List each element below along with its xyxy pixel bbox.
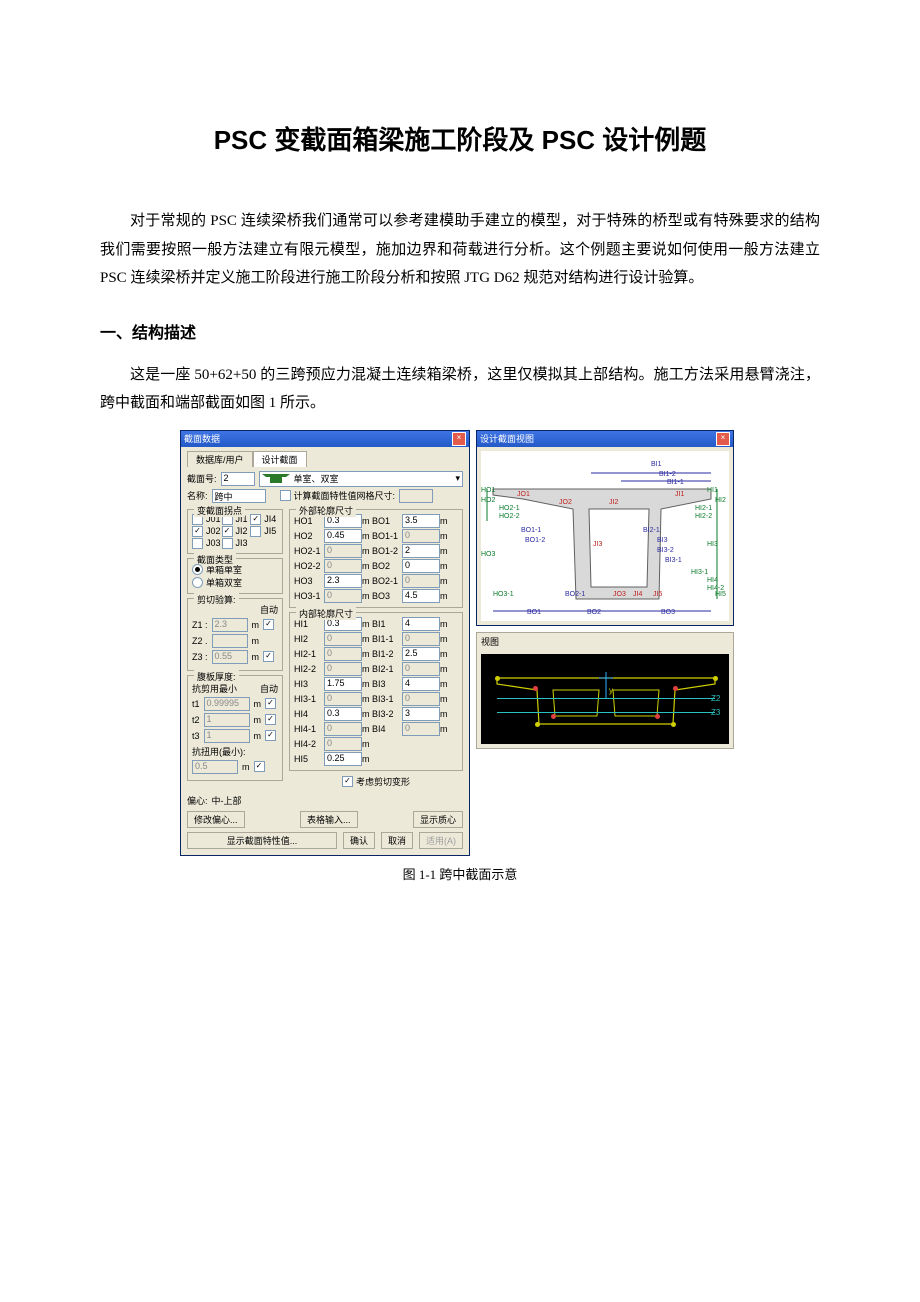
inn-dim-group: 内部轮廓尺寸 HI10.3mBI14mHI20mBI1-10mHI2-10mBI… <box>289 612 463 771</box>
view-panel: 视图 <box>476 632 734 749</box>
ok-button[interactable]: 确认 <box>343 832 375 849</box>
var-point-JI4[interactable]: ✓JI4 <box>250 514 278 525</box>
section-type-group: 截面类型 单箱单室 单箱双室 <box>187 558 283 594</box>
t1-input[interactable]: 0.99995 <box>204 697 250 711</box>
section-data-dialog: 截面数据 × 数据库/用户 设计截面 截面号: 2 <box>180 430 470 856</box>
show-props-button[interactable]: 显示截面特性值... <box>187 832 337 849</box>
dim-input-HI3[interactable]: 1.75 <box>324 677 362 691</box>
dim-input-HI4-2[interactable]: 0 <box>324 737 362 751</box>
show-centroid-button[interactable]: 显示质心 <box>413 811 463 828</box>
section-diagram: BI1 BI1-2 BI1-1 HI1 HI2 HI2-1 HI2-2 HI3 … <box>481 451 729 621</box>
dim-input-HO3-1[interactable]: 4.5 <box>402 589 440 603</box>
ext-dim-group: 外部轮廓尺寸 HO10.3mBO13.5mHO20.45mBO1-10mHO2-… <box>289 509 463 608</box>
section-name-label: 名称: <box>187 489 208 502</box>
dim-input-HI3-1[interactable]: 0 <box>324 692 362 706</box>
dim-input-HO2[interactable]: 0 <box>402 529 440 543</box>
dim-input-HI2-1[interactable]: 0 <box>324 647 362 661</box>
axis-y-label: y <box>609 686 613 695</box>
view-title: 视图 <box>477 633 733 650</box>
dim-input-HO3-1[interactable]: 0 <box>324 589 362 603</box>
dim-input-HI4[interactable]: 3 <box>402 707 440 721</box>
right-panels: 设计截面视图 × <box>476 430 734 856</box>
section-name-input[interactable]: 跨中 <box>212 489 266 503</box>
dim-input-HI4[interactable]: 0.3 <box>324 707 362 721</box>
calc-grid-checkbox[interactable]: 计算截面特性值网格尺寸: <box>280 489 396 502</box>
dim-input-HO3[interactable]: 0 <box>402 574 440 588</box>
dim-input-HI3[interactable]: 4 <box>402 677 440 691</box>
shear-deform-checkbox[interactable]: ✓考虑剪切变形 <box>342 775 410 788</box>
t1-auto[interactable]: ✓ <box>265 698 276 709</box>
close-icon[interactable]: × <box>716 432 730 446</box>
close-icon[interactable]: × <box>452 432 466 446</box>
var-point-JI5[interactable]: JI5 <box>250 526 278 537</box>
z3-auto[interactable]: ✓ <box>263 651 274 662</box>
dim-input-HI5[interactable]: 0.25 <box>324 752 362 766</box>
dim-input-HI2[interactable]: 0 <box>402 632 440 646</box>
z2-input[interactable] <box>212 634 248 648</box>
offset-value: 中-上部 <box>212 794 242 807</box>
dim-input-HI1[interactable]: 4 <box>402 617 440 631</box>
var-point-JI3[interactable]: JI3 <box>222 538 250 549</box>
box-section-icon <box>262 474 290 484</box>
document-page: PSC 变截面箱梁施工阶段及 PSC 设计例题 对于常规的 PSC 连续梁桥我们… <box>0 0 920 943</box>
dim-input-HI4-1[interactable]: 0 <box>402 722 440 736</box>
section1-paragraph: 这是一座 50+62+50 的三跨预应力混凝土连续箱梁桥，这里仅模拟其上部结构。… <box>100 361 820 418</box>
section-number-label: 截面号: <box>187 472 217 485</box>
figure-1: 截面数据 × 数据库/用户 设计截面 截面号: 2 <box>180 430 740 856</box>
shear-check-group: 剪切验算: 自动 Z1 :2.3m✓ Z2 .m Z3 :0.55m✓ <box>187 598 283 671</box>
var-point-J03[interactable]: J03 <box>192 538 221 549</box>
dialog-title: 截面数据 <box>184 432 220 445</box>
web-thickness-group: 腹板厚度: 抗剪用最小自动 t10.99995m✓ t21m✓ t31m✓ 抗扭… <box>187 675 283 781</box>
dim-input-HI2[interactable]: 0 <box>324 632 362 646</box>
dim-input-HO2-1[interactable]: 2 <box>402 544 440 558</box>
section-heading-1: 一、结构描述 <box>100 319 820 343</box>
dim-input-HO2-1[interactable]: 0 <box>324 544 362 558</box>
dim-input-HI2-1[interactable]: 2.5 <box>402 647 440 661</box>
dialog-tabs: 数据库/用户 设计截面 <box>187 451 463 467</box>
intro-paragraph: 对于常规的 PSC 连续梁桥我们通常可以参考建模助手建立的模型，对于特殊的桥型或… <box>100 207 820 293</box>
z1-auto[interactable]: ✓ <box>263 619 274 630</box>
section-number-input[interactable]: 2 <box>221 472 255 486</box>
var-point-J02[interactable]: ✓J02 <box>192 526 221 537</box>
radio-double-cell[interactable]: 单箱双室 <box>192 576 278 589</box>
tab-database[interactable]: 数据库/用户 <box>187 451 253 467</box>
dim-input-HO3[interactable]: 2.3 <box>324 574 362 588</box>
var-point-group: 变截面拐点 J01JI1✓JI4✓J02✓JI2JI5J03JI3 <box>187 509 283 554</box>
z1-input[interactable]: 2.3 <box>212 618 248 632</box>
chevron-down-icon: ▾ <box>455 473 460 484</box>
var-point-JI2[interactable]: ✓JI2 <box>222 526 250 537</box>
section-type-select[interactable]: 单室、双室 ▾ <box>259 471 463 487</box>
dim-input-HO2[interactable]: 0.45 <box>324 529 362 543</box>
dim-input-HO2-2[interactable]: 0 <box>402 559 440 573</box>
z3-input[interactable]: 0.55 <box>212 650 248 664</box>
dim-input-HI2-2[interactable]: 0 <box>402 662 440 676</box>
table-input-button[interactable]: 表格输入... <box>300 811 358 828</box>
apply-button[interactable]: 适用(A) <box>419 832 463 849</box>
t3-auto[interactable]: ✓ <box>265 730 276 741</box>
t2-auto[interactable]: ✓ <box>265 714 276 725</box>
dim-input-HI4-1[interactable]: 0 <box>324 722 362 736</box>
calc-grid-input[interactable] <box>399 489 433 503</box>
dim-input-HO1[interactable]: 3.5 <box>402 514 440 528</box>
dim-input-HO2-2[interactable]: 0 <box>324 559 362 573</box>
design-section-panel: 设计截面视图 × <box>476 430 734 626</box>
t2-input[interactable]: 1 <box>204 713 250 727</box>
figure-caption: 图 1-1 跨中截面示意 <box>100 864 820 883</box>
document-title: PSC 变截面箱梁施工阶段及 PSC 设计例题 <box>100 120 820 157</box>
tor-auto[interactable]: ✓ <box>254 761 265 772</box>
dim-input-HI2-2[interactable]: 0 <box>324 662 362 676</box>
edit-offset-button[interactable]: 修改偏心... <box>187 811 245 828</box>
cancel-button[interactable]: 取消 <box>381 832 413 849</box>
dialog-titlebar: 截面数据 × <box>181 431 469 447</box>
tor-input[interactable]: 0.5 <box>192 760 238 774</box>
tab-design-section[interactable]: 设计截面 <box>253 451 307 467</box>
section-preview: Z2 Z3 y <box>481 654 729 744</box>
t3-input[interactable]: 1 <box>204 729 250 743</box>
design-section-titlebar: 设计截面视图 × <box>477 431 733 447</box>
dim-input-HI3-1[interactable]: 0 <box>402 692 440 706</box>
offset-label: 偏心: <box>187 794 208 807</box>
